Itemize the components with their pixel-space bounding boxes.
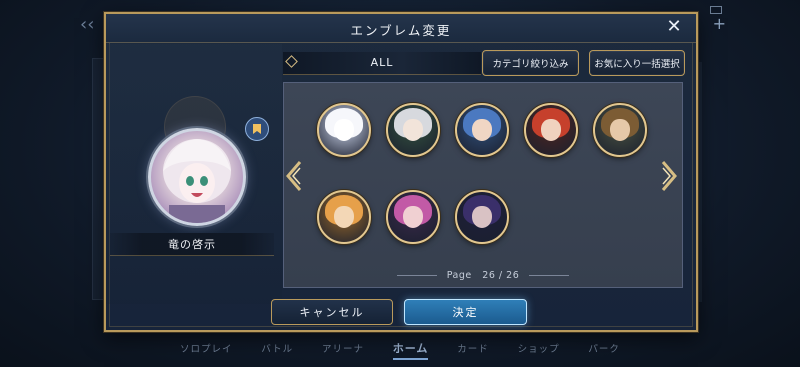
emblem-face bbox=[472, 119, 492, 141]
chevron-left-icon[interactable] bbox=[284, 160, 302, 192]
emblem-silver-hair-elf[interactable] bbox=[386, 103, 440, 157]
emblem-face bbox=[610, 119, 630, 141]
page-label: Page bbox=[446, 270, 472, 281]
page-current: 26 bbox=[482, 270, 496, 281]
nav-item-solo[interactable]: ソロプレイ bbox=[180, 341, 233, 355]
emblem-dark-hair-mage[interactable] bbox=[455, 190, 509, 244]
bottom-nav: ソロプレイ バトル アリーナ ホーム カード ショップ パーク bbox=[180, 337, 620, 360]
nav-item-battle[interactable]: バトル bbox=[261, 341, 293, 355]
category-filter-button[interactable]: カテゴリ絞り込み bbox=[482, 50, 579, 76]
cancel-button[interactable]: キャンセル bbox=[271, 299, 393, 325]
emblem-red-hair-boy[interactable] bbox=[524, 103, 578, 157]
chevron-right-icon[interactable] bbox=[661, 160, 679, 192]
emblem-face bbox=[541, 119, 561, 141]
close-icon[interactable]: ✕ bbox=[664, 17, 684, 37]
emblem-name: 竜の啓示 bbox=[168, 238, 216, 251]
emblem-face bbox=[334, 119, 354, 141]
emblem-face bbox=[472, 206, 492, 228]
emblem-face bbox=[403, 119, 423, 141]
page-indicator: Page 26 / 26 bbox=[283, 270, 683, 281]
back-arrow-icon: ‹‹ bbox=[80, 14, 95, 35]
selected-emblem-art bbox=[163, 139, 231, 223]
page-separator: / bbox=[498, 270, 503, 281]
emblem-face bbox=[403, 206, 423, 228]
emblem-brown-hair-man[interactable] bbox=[593, 103, 647, 157]
dialog-header: エンブレム変更 ✕ bbox=[106, 14, 696, 43]
selected-emblem-preview bbox=[148, 128, 246, 226]
emblem-orange-hair-girl[interactable] bbox=[317, 190, 371, 244]
nav-item-card[interactable]: カード bbox=[457, 341, 489, 355]
filter-label[interactable]: ALL bbox=[283, 56, 481, 69]
battery-icon bbox=[710, 6, 722, 14]
nav-item-park[interactable]: パーク bbox=[588, 341, 620, 355]
nav-item-shop[interactable]: ショップ bbox=[518, 341, 560, 355]
page-divider-left bbox=[397, 275, 438, 276]
emblem-name-bar: 竜の啓示 bbox=[110, 233, 274, 256]
nav-item-arena[interactable]: アリーナ bbox=[322, 341, 364, 355]
page-divider-right bbox=[528, 275, 569, 276]
dialog-title: エンブレム変更 bbox=[350, 23, 452, 38]
confirm-button[interactable]: 決定 bbox=[404, 299, 527, 325]
emblem-face bbox=[334, 206, 354, 228]
bookmark-icon[interactable] bbox=[245, 117, 269, 141]
nav-item-home[interactable]: ホーム bbox=[392, 340, 429, 360]
favorite-select-button[interactable]: お気に入り一括選択 bbox=[589, 50, 685, 76]
emblem-blue-hair-boy[interactable] bbox=[455, 103, 509, 157]
emblem-pink-hair-girl[interactable] bbox=[386, 190, 440, 244]
page-total: 26 bbox=[506, 270, 520, 281]
plus-icon: + bbox=[712, 14, 726, 33]
emblem-white-mascot[interactable] bbox=[317, 103, 371, 157]
